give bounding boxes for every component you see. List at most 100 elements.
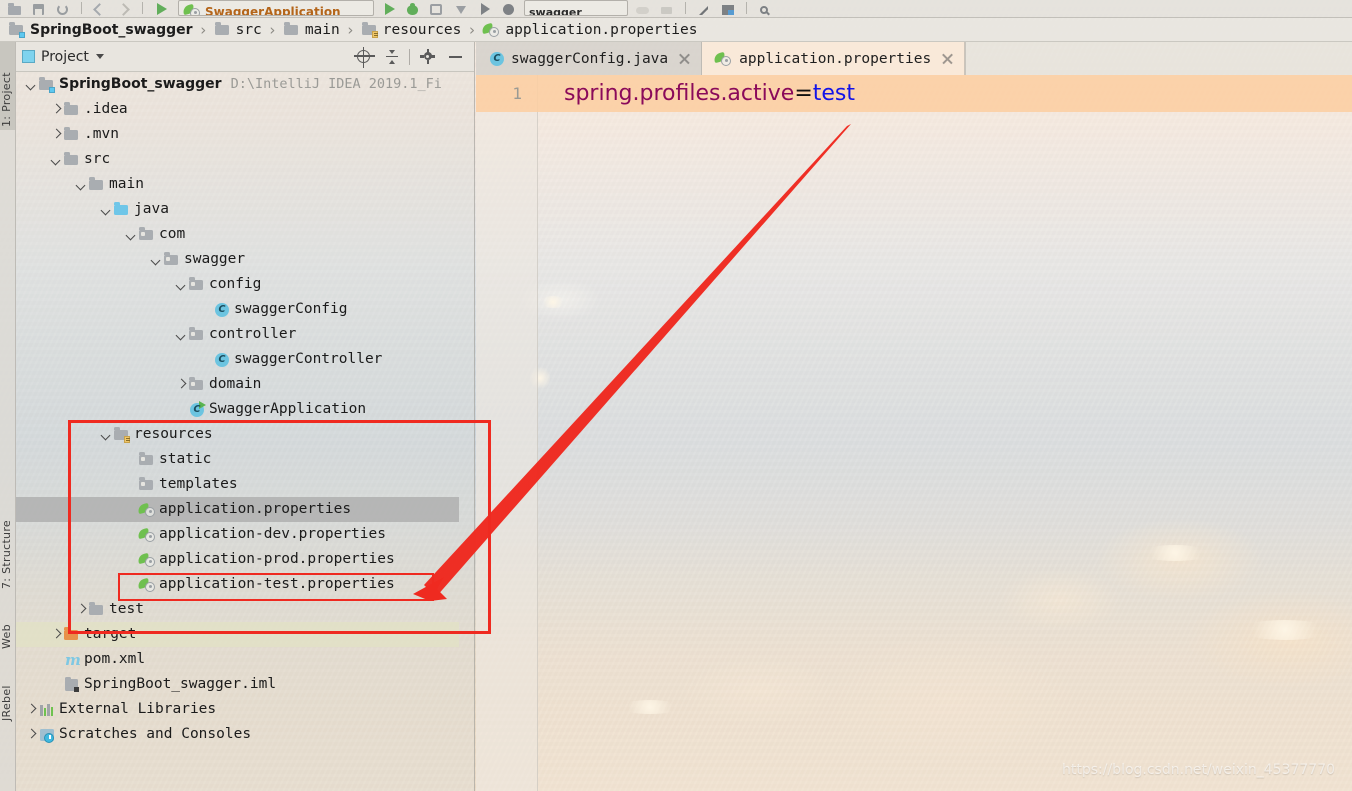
tree-row[interactable]: SpringBoot_swagger D:\IntelliJ IDEA 2019.…: [16, 72, 459, 97]
annotation-box-resources: [68, 420, 491, 634]
editor-tab-strip: swaggerConfig.java application.propertie…: [476, 42, 1352, 75]
chevron-right-icon[interactable]: [49, 103, 63, 117]
chevron-right-icon[interactable]: [49, 128, 63, 142]
chevron-right-icon[interactable]: [174, 378, 188, 392]
run-alt-icon[interactable]: [476, 0, 494, 16]
close-icon[interactable]: [941, 52, 954, 65]
profile-icon[interactable]: [452, 0, 470, 16]
breadcrumb-item-main[interactable]: main: [283, 18, 340, 41]
breadcrumb-separator: ›: [467, 20, 477, 39]
runnable-class-icon: [188, 400, 206, 418]
folder-icon: [63, 101, 81, 118]
iml-file-icon: [63, 676, 81, 693]
tree-row-label: src: [84, 151, 111, 167]
run-icon[interactable]: [152, 0, 170, 16]
sync-refresh-icon[interactable]: [54, 0, 72, 16]
run-icon-2[interactable]: [380, 0, 398, 16]
editor-tab-filler: [965, 42, 1352, 75]
chevron-down-icon[interactable]: [174, 328, 188, 342]
update-project-icon[interactable]: [634, 0, 652, 16]
chevron-down-icon[interactable]: [124, 228, 138, 242]
libraries-icon: [38, 702, 56, 718]
commit-icon[interactable]: [658, 0, 676, 16]
properties-run-config-icon: [182, 3, 201, 15]
save-all-icon[interactable]: [30, 0, 48, 16]
debug-icon[interactable]: [404, 0, 422, 16]
undo-icon[interactable]: [91, 0, 109, 16]
breadcrumb-item-file[interactable]: application.properties: [481, 18, 697, 41]
redo-icon[interactable]: [115, 0, 133, 16]
module-folder-icon: [38, 76, 56, 93]
tree-row[interactable]: config: [16, 272, 459, 297]
run-with-coverage-icon[interactable]: [428, 0, 446, 16]
tree-row-label: controller: [209, 326, 297, 342]
chevron-down-icon[interactable]: [95, 54, 104, 59]
tree-row[interactable]: External Libraries: [16, 697, 459, 722]
folder-icon: [63, 151, 81, 168]
package-icon: [163, 251, 181, 268]
property-key: spring.profiles.active: [564, 81, 795, 106]
tree-row[interactable]: main: [16, 172, 459, 197]
tree-row[interactable]: .mvn: [16, 122, 459, 147]
tree-row[interactable]: src: [16, 147, 459, 172]
close-icon[interactable]: [678, 52, 691, 65]
tool-window-tab-jrebel[interactable]: JRebel: [0, 662, 15, 724]
tree-row[interactable]: .idea: [16, 97, 459, 122]
collapse-all-icon[interactable]: [378, 45, 406, 69]
breadcrumb-label: SpringBoot_swagger: [30, 21, 193, 38]
tool-window-tab-structure[interactable]: 7: Structure: [0, 482, 15, 592]
open-project-icon[interactable]: [6, 0, 24, 16]
breadcrumb-item-resources[interactable]: resources: [361, 18, 461, 41]
folder-icon: [283, 21, 300, 37]
tree-row-label: java: [134, 201, 169, 217]
toolbar-divider: [142, 2, 143, 14]
maven-file-icon: m: [65, 650, 81, 669]
editor-area: swaggerConfig.java application.propertie…: [476, 42, 1352, 791]
tree-row-label: main: [109, 176, 144, 192]
tree-row[interactable]: SpringBoot_swagger.iml: [16, 672, 459, 697]
locate-file-icon[interactable]: [350, 45, 378, 69]
code-line-1[interactable]: spring.profiles.active=test: [564, 75, 855, 112]
watermark: https://blog.csdn.net/weixin_45377770: [1062, 762, 1336, 778]
editor-tab-application-properties[interactable]: application.properties: [702, 42, 966, 75]
code-editor[interactable]: 1 spring.profiles.active=test: [476, 75, 1352, 791]
folder-icon: [63, 126, 81, 143]
layout-icon[interactable]: [719, 0, 737, 16]
editor-tab-swaggerConfig[interactable]: swaggerConfig.java: [476, 42, 703, 75]
tree-row[interactable]: java: [16, 197, 459, 222]
tree-row[interactable]: swagger: [16, 247, 459, 272]
tree-row[interactable]: com: [16, 222, 459, 247]
tree-row[interactable]: m pom.xml: [16, 647, 459, 672]
chevron-down-icon[interactable]: [24, 78, 38, 92]
tree-row[interactable]: controller: [16, 322, 459, 347]
chevron-right-icon[interactable]: [49, 628, 63, 642]
tree-row[interactable]: domain: [16, 372, 459, 397]
tree-arrow-spacer: [49, 653, 63, 667]
breadcrumb-item-project[interactable]: SpringBoot_swagger: [8, 18, 193, 41]
tool-window-tab-web[interactable]: Web: [0, 602, 15, 652]
chevron-right-icon[interactable]: [24, 728, 38, 742]
property-equals: =: [794, 81, 813, 106]
chevron-down-icon[interactable]: [174, 278, 188, 292]
run-configuration-selector[interactable]: SwaggerApplication: [178, 0, 374, 16]
tool-window-tab-project[interactable]: 1: Project: [0, 42, 15, 130]
tree-row[interactable]: SwaggerApplication: [16, 397, 459, 422]
breadcrumb: SpringBoot_swagger › src › main › resour…: [0, 18, 1352, 42]
module-selector[interactable]: swagger: [524, 0, 628, 16]
chevron-down-icon[interactable]: [149, 253, 163, 267]
tree-row[interactable]: swaggerController: [16, 347, 459, 372]
chevron-down-icon[interactable]: [49, 153, 63, 167]
chevron-down-icon[interactable]: [99, 203, 113, 217]
minimize-icon[interactable]: [441, 45, 469, 69]
tree-arrow-spacer: [49, 678, 63, 692]
breadcrumb-item-src[interactable]: src: [214, 18, 262, 41]
search-everywhere-icon[interactable]: [756, 0, 774, 16]
build-icon[interactable]: [500, 0, 518, 16]
edit-icon[interactable]: [695, 0, 713, 16]
gear-icon[interactable]: [413, 45, 441, 69]
chevron-down-icon[interactable]: [74, 178, 88, 192]
tree-row-label: SwaggerApplication: [209, 401, 367, 417]
tree-row[interactable]: swaggerConfig: [16, 297, 459, 322]
tree-row[interactable]: Scratches and Consoles: [16, 722, 459, 747]
chevron-right-icon[interactable]: [24, 703, 38, 717]
